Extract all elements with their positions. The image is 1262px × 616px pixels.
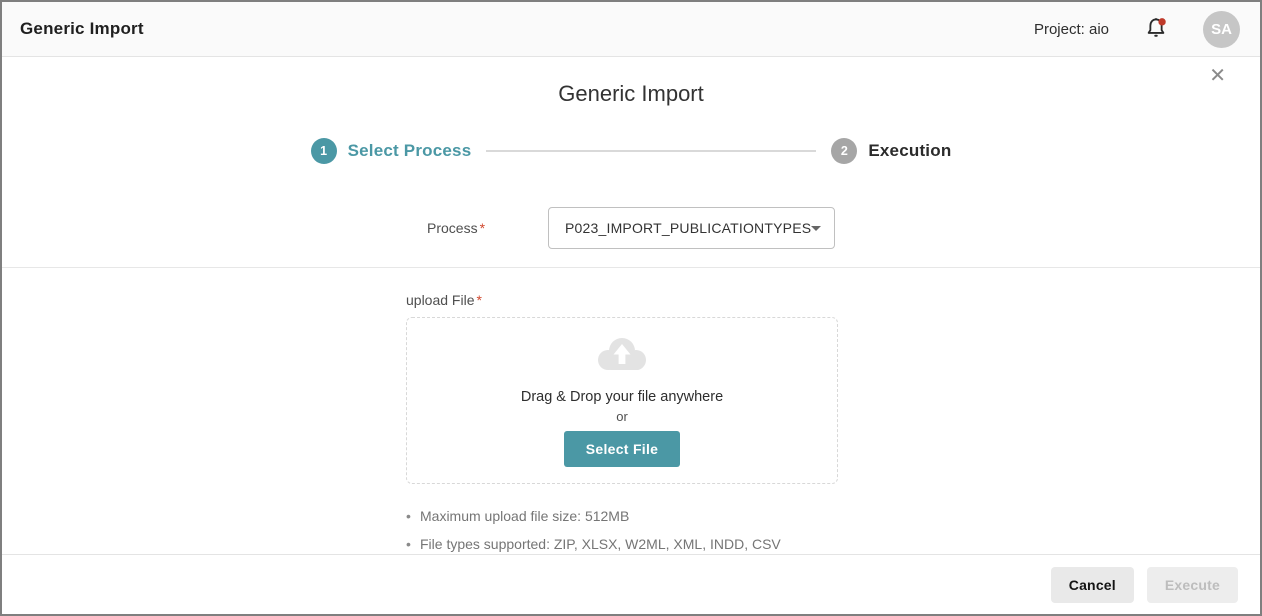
dialog-title: Generic Import [2, 57, 1260, 111]
app-title: Generic Import [20, 19, 144, 39]
file-dropzone[interactable]: Drag & Drop your file anywhere or Select… [406, 317, 838, 484]
stepper-connector [486, 150, 816, 152]
step-1-label: Select Process [348, 141, 472, 161]
cancel-button[interactable]: Cancel [1051, 567, 1134, 603]
upload-notes: Maximum upload file size: 512MB File typ… [406, 502, 838, 558]
stepper: 1 Select Process 2 Execution [2, 137, 1260, 165]
chevron-down-icon [811, 226, 821, 231]
process-row: Process* P023_IMPORT_PUBLICATIONTYPES [2, 207, 1260, 249]
upload-file-label: upload File* [406, 292, 838, 308]
note-max-size: Maximum upload file size: 512MB [406, 502, 838, 530]
user-avatar[interactable]: SA [1203, 11, 1240, 48]
app-header-right: Project: aio SA [1034, 11, 1240, 48]
dropzone-text: Drag & Drop your file anywhere [521, 389, 723, 405]
process-select-value: P023_IMPORT_PUBLICATIONTYPES [565, 220, 811, 236]
process-label: Process* [427, 220, 548, 236]
required-asterisk: * [477, 292, 482, 308]
generic-import-window: Generic Import Project: aio SA Generic I… [0, 0, 1262, 616]
cloud-upload-icon [592, 334, 652, 379]
process-select[interactable]: P023_IMPORT_PUBLICATIONTYPES [548, 207, 835, 249]
app-header: Generic Import Project: aio SA [2, 2, 1260, 57]
required-asterisk: * [480, 220, 485, 236]
select-file-button[interactable]: Select File [564, 431, 681, 467]
step-2-circle: 2 [831, 138, 857, 164]
execute-button[interactable]: Execute [1147, 567, 1238, 603]
notification-bell-icon[interactable] [1143, 16, 1169, 42]
dropzone-or-text: or [616, 409, 628, 424]
step-2-label: Execution [868, 141, 951, 161]
step-1-circle: 1 [311, 138, 337, 164]
section-divider [2, 267, 1260, 268]
close-icon[interactable]: ✕ [1209, 66, 1226, 86]
step-select-process[interactable]: 1 Select Process [311, 138, 472, 164]
dialog-footer: Cancel Execute [2, 554, 1260, 614]
notification-dot [1158, 18, 1165, 25]
upload-section: upload File* Drag & Drop your file anywh… [406, 292, 838, 558]
project-label: Project: aio [1034, 21, 1109, 38]
step-execution[interactable]: 2 Execution [831, 138, 951, 164]
